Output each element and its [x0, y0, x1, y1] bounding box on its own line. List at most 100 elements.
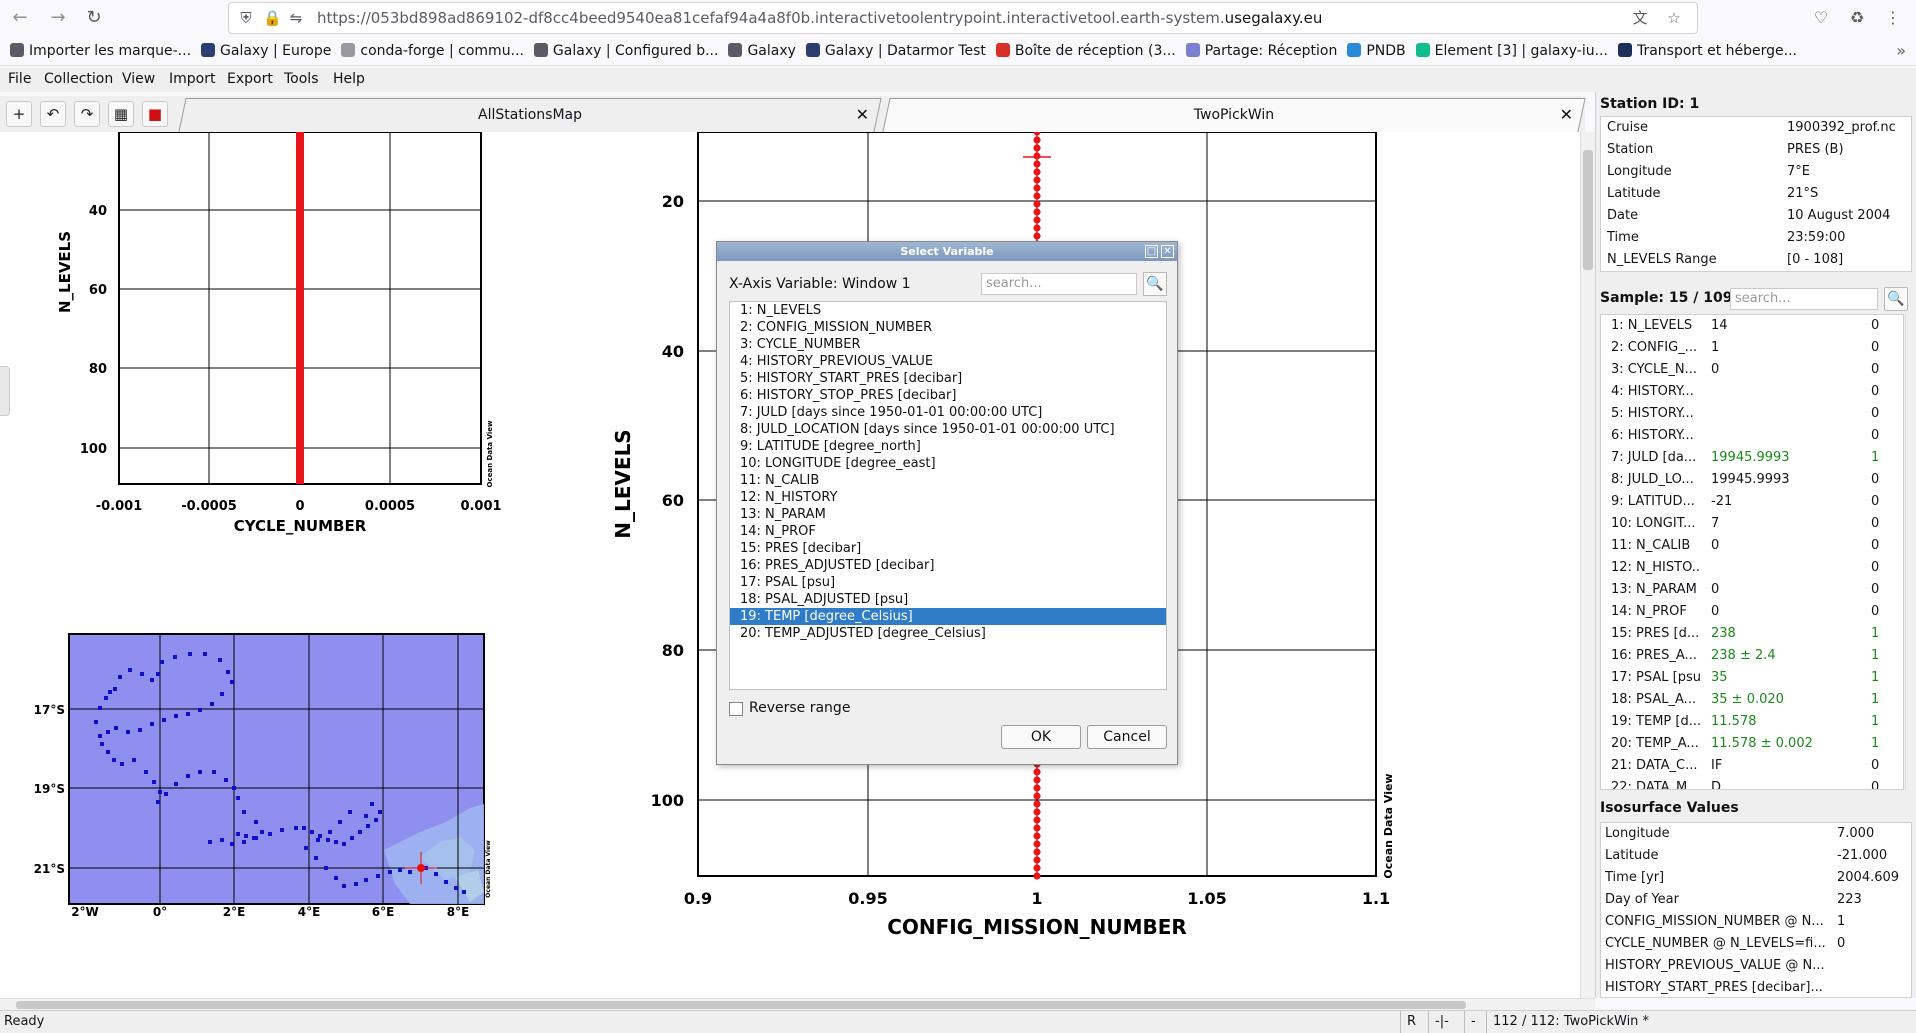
menu-help[interactable]: Help	[333, 71, 365, 87]
variable-item[interactable]: 18: PSAL_ADJUSTED [psu]	[730, 591, 1166, 608]
bookmark-item[interactable]: Importer les marque-...	[10, 38, 191, 64]
isosurface-row[interactable]: HISTORY_START_PRES [decibar]...	[1601, 977, 1911, 997]
menu-file[interactable]: File	[8, 71, 31, 87]
maximize-icon[interactable]: □	[1145, 245, 1158, 258]
isosurface-row[interactable]: HISTORY_PREVIOUS_VALUE @ N...	[1601, 955, 1911, 977]
variable-item[interactable]: 6: HISTORY_STOP_PRES [decibar]	[730, 387, 1166, 404]
undo-icon[interactable]: ↶	[40, 101, 66, 127]
sample-row[interactable]: 22: DATA_M... D 0	[1601, 777, 1903, 789]
menu-import[interactable]: Import	[169, 71, 215, 87]
sample-search-input[interactable]: search...	[1730, 288, 1878, 310]
url-bar[interactable]: ⛨ 🔒 ⇋ https://053bd898ad869102-df8cc4bee…	[228, 2, 1698, 34]
menu-icon[interactable]: ⋮	[1882, 7, 1904, 29]
forward-arrow-icon[interactable]: →	[46, 6, 70, 30]
lock-icon[interactable]: 🔒	[263, 9, 282, 27]
sample-row[interactable]: 13: N_PARAM 0 0	[1601, 579, 1903, 601]
isosurface-row[interactable]: CONFIG_MISSION_NUMBER @ N... 1	[1601, 911, 1911, 933]
search-icon[interactable]: 🔍	[1143, 272, 1167, 296]
sample-row[interactable]: 19: TEMP [d... 11.578 1	[1601, 711, 1903, 733]
variable-search-input[interactable]: search...	[981, 273, 1137, 295]
variable-item[interactable]: 10: LONGITUDE [degree_east]	[730, 455, 1166, 472]
sample-row[interactable]: 3: CYCLE_N... 0 0	[1601, 359, 1903, 381]
variable-item[interactable]: 9: LATITUDE [degree_north]	[730, 438, 1166, 455]
translate-icon[interactable]: 文	[1631, 9, 1649, 27]
variable-item[interactable]: 17: PSAL [psu]	[730, 574, 1166, 591]
bookmark-item[interactable]: PNDB	[1347, 38, 1406, 64]
sample-row[interactable]: 2: CONFIG_... 1 0	[1601, 337, 1903, 359]
bookmark-item[interactable]: Galaxy | Configured b...	[533, 38, 718, 64]
plot-vertical-scrollbar[interactable]	[1580, 132, 1595, 998]
variable-item[interactable]: 15: PRES [decibar]	[730, 540, 1166, 557]
sample-row[interactable]: 8: JULD_LO... 19945.9993 0	[1601, 469, 1903, 491]
variable-item[interactable]: 7: JULD [days since 1950-01-01 00:00:00 …	[730, 404, 1166, 421]
bookmark-item[interactable]: Partage: Réception	[1185, 38, 1337, 64]
sample-row[interactable]: 7: JULD [da... 19945.9993 1	[1601, 447, 1903, 469]
extensions-icon[interactable]: ♻	[1846, 7, 1868, 29]
menu-tools[interactable]: Tools	[284, 71, 319, 87]
sample-list[interactable]: 1: N_LEVELS 14 0 2: CONFIG_... 1 0 3: CYCLE_N.…	[1600, 314, 1904, 790]
variable-item[interactable]: 16: PRES_ADJUSTED [decibar]	[730, 557, 1166, 574]
url-text[interactable]: https://053bd898ad869102-df8cc4beed9540e…	[317, 9, 1322, 27]
scroll-thumb[interactable]	[16, 1001, 1466, 1009]
grid-icon[interactable]: ▦	[108, 101, 134, 127]
pocket-icon[interactable]: ♡	[1810, 7, 1832, 29]
bookmark-item[interactable]: Element [3] | galaxy-iu...	[1415, 38, 1608, 64]
variable-item[interactable]: 1: N_LEVELS	[730, 302, 1166, 319]
scroll-thumb[interactable]	[1583, 150, 1593, 270]
side-panel-handle[interactable]	[0, 366, 10, 416]
sample-row[interactable]: 15: PRES [d... 238 1	[1601, 623, 1903, 645]
close-icon[interactable]: ✕	[1161, 245, 1174, 258]
tab-allstationsmap[interactable]: AllStationsMap ✕	[178, 98, 882, 132]
menu-collection[interactable]: Collection	[44, 71, 113, 87]
isosurface-row[interactable]: Time [yr] 2004.609	[1601, 867, 1911, 889]
redo-icon[interactable]: ↷	[74, 101, 100, 127]
isosurface-row[interactable]: CYCLE_NUMBER @ N_LEVELS=fi... 0	[1601, 933, 1911, 955]
sample-row[interactable]: 1: N_LEVELS 14 0	[1601, 315, 1903, 337]
variable-list[interactable]: 1: N_LEVELS 2: CONFIG_MISSION_NUMBER 3: CY…	[729, 301, 1167, 690]
sample-row[interactable]: 11: N_CALIB 0 0	[1601, 535, 1903, 557]
save-icon[interactable]: ■	[142, 101, 168, 127]
variable-item[interactable]: 8: JULD_LOCATION [days since 1950-01-01 …	[730, 421, 1166, 438]
tab-twopickwin[interactable]: TwoPickWin ✕	[882, 98, 1586, 132]
sample-scrollbar[interactable]	[1905, 314, 1915, 790]
sample-row[interactable]: 4: HISTORY... 0	[1601, 381, 1903, 403]
close-icon[interactable]: ✕	[1560, 99, 1573, 131]
variable-item[interactable]: 20: TEMP_ADJUSTED [degree_Celsius]	[730, 625, 1166, 642]
isosurface-row[interactable]: Day of Year 223	[1601, 889, 1911, 911]
sample-row[interactable]: 17: PSAL [psu] 35 1	[1601, 667, 1903, 689]
sample-row[interactable]: 16: PRES_A... 238 ± 2.4 1	[1601, 645, 1903, 667]
menu-export[interactable]: Export	[227, 71, 273, 87]
sample-row[interactable]: 10: LONGIT... 7 0	[1601, 513, 1903, 535]
bookmark-item[interactable]: Galaxy | Datarmor Test	[805, 38, 986, 64]
variable-item[interactable]: 3: CYCLE_NUMBER	[730, 336, 1166, 353]
cancel-button[interactable]: Cancel	[1087, 725, 1167, 749]
search-icon[interactable]: 🔍	[1884, 287, 1908, 311]
sample-row[interactable]: 21: DATA_C... IF 0	[1601, 755, 1903, 777]
variable-item[interactable]: 5: HISTORY_START_PRES [decibar]	[730, 370, 1166, 387]
station-map[interactable]: 17°S 19°S 21°S 2°W 0° 2°E 4°E 6°E 8°E Oc…	[34, 633, 492, 919]
sample-row[interactable]: 18: PSAL_A... 35 ± 0.020 1	[1601, 689, 1903, 711]
bookmark-item[interactable]: conda-forge | commu...	[341, 38, 524, 64]
sample-row[interactable]: 12: N_HISTO... 0	[1601, 557, 1903, 579]
isosurface-row[interactable]: Longitude 7.000	[1601, 823, 1911, 845]
isosurface-list[interactable]: Longitude 7.000 Latitude -21.000 Time [yr] 20…	[1600, 822, 1912, 998]
left-profile-plot[interactable]: 20 40 60 80 100 -0.001 -0.0005 0 0.0005 …	[56, 132, 502, 535]
bookmark-star-icon[interactable]: ☆	[1665, 9, 1683, 27]
close-icon[interactable]: ✕	[856, 99, 869, 131]
sample-row[interactable]: 6: HISTORY... 0	[1601, 425, 1903, 447]
isosurface-row[interactable]: Latitude -21.000	[1601, 845, 1911, 867]
variable-item[interactable]: 11: N_CALIB	[730, 472, 1166, 489]
shield-icon[interactable]: ⛨	[237, 9, 255, 27]
bookmark-item[interactable]: Galaxy | Europe	[201, 38, 331, 64]
reload-icon[interactable]: ↻	[82, 6, 106, 30]
add-icon[interactable]: +	[6, 101, 32, 127]
sample-row[interactable]: 20: TEMP_A... 11.578 ± 0.002 1	[1601, 733, 1903, 755]
ok-button[interactable]: OK	[1001, 725, 1081, 749]
sample-row[interactable]: 9: LATITUD... -21 0	[1601, 491, 1903, 513]
menu-view[interactable]: View	[122, 71, 155, 87]
chevron-right-icon[interactable]: »	[1896, 38, 1906, 64]
bookmark-item[interactable]: Transport et héberge...	[1617, 38, 1797, 64]
variable-item[interactable]: 2: CONFIG_MISSION_NUMBER	[730, 319, 1166, 336]
variable-item[interactable]: 4: HISTORY_PREVIOUS_VALUE	[730, 353, 1166, 370]
permissions-icon[interactable]: ⇋	[287, 9, 305, 27]
